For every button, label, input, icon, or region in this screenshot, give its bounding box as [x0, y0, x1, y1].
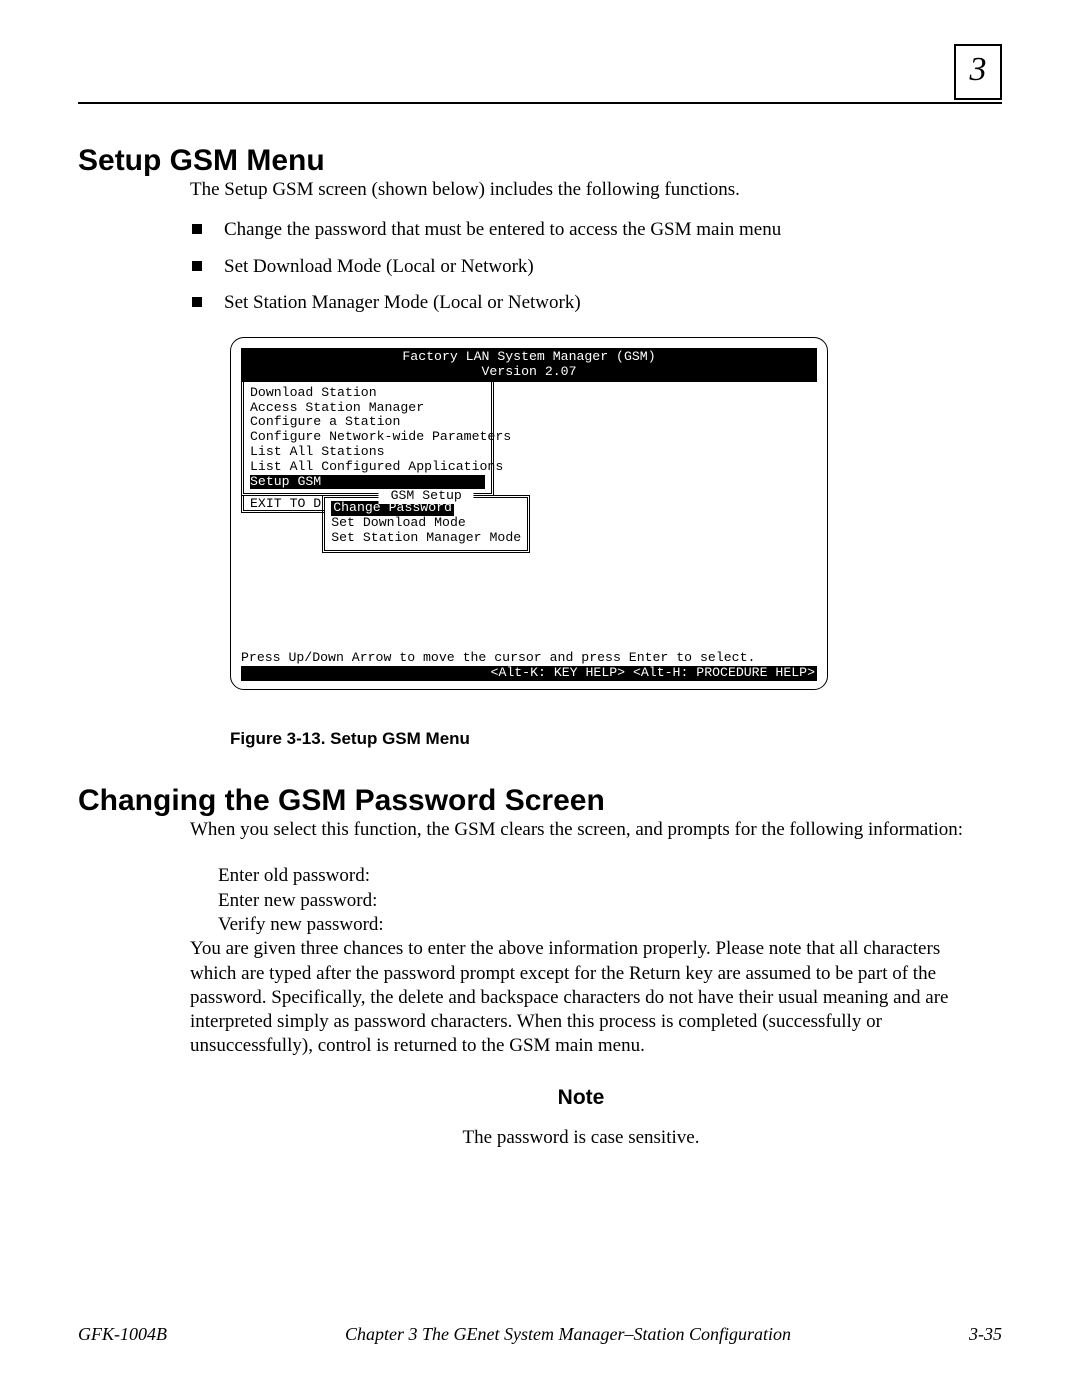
section1-intro: The Setup GSM screen (shown below) inclu… — [190, 178, 972, 202]
section-setup-gsm-menu: Setup GSM Menu The Setup GSM screen (sho… — [78, 144, 1002, 750]
footer-center: Chapter 3 The GEnet System Manager–Stati… — [167, 1324, 969, 1345]
prompt-line: Verify new password: — [218, 913, 972, 937]
heading-setup-gsm-menu: Setup GSM Menu — [78, 144, 1002, 178]
bullet-item: Set Station Manager Mode (Local or Netwo… — [190, 291, 972, 315]
terminal-screenshot: Factory LAN System Manager (GSM)Version … — [230, 337, 828, 690]
submenu-item: Set Station Manager Mode — [331, 531, 521, 546]
section1-body: The Setup GSM screen (shown below) inclu… — [190, 178, 972, 750]
terminal-title-line1: Factory LAN System Manager (GSM) — [402, 349, 655, 364]
menu-item: List All Stations — [250, 445, 485, 460]
prompt-line: Enter new password: — [218, 889, 972, 913]
terminal-gap — [241, 553, 817, 649]
chapter-number-box: 3 — [954, 44, 1002, 100]
section2-intro: When you select this function, the GSM c… — [190, 818, 972, 842]
submenu-title: GSM Setup — [379, 489, 474, 504]
terminal-submenu: GSM Setup Change Password Set Download M… — [322, 495, 530, 552]
menu-item: Access Station Manager — [250, 401, 485, 416]
menu-item: Configure a Station — [250, 415, 485, 430]
terminal-help-line: Press Up/Down Arrow to move the cursor a… — [241, 651, 817, 666]
section1-bullets: Change the password that must be entered… — [190, 218, 972, 315]
menu-item: Configure Network-wide Parameters — [250, 430, 485, 445]
figure-caption: Figure 3-13. Setup GSM Menu — [230, 728, 972, 750]
page: 3 Setup GSM Menu The Setup GSM screen (s… — [0, 0, 1080, 1397]
bullet-item: Change the password that must be entered… — [190, 218, 972, 242]
footer-right: 3-35 — [969, 1324, 1002, 1345]
terminal-title-line2: Version 2.07 — [482, 364, 577, 379]
footer-left: GFK-1004B — [78, 1324, 167, 1345]
terminal-footer: <Alt-K: KEY HELP> <Alt-H: PROCEDURE HELP… — [241, 666, 817, 681]
header-rule — [78, 102, 1002, 104]
section2-body: When you select this function, the GSM c… — [190, 818, 972, 1150]
note-heading: Note — [190, 1085, 972, 1112]
terminal-main-menu: Download Station Access Station Manager … — [241, 382, 494, 496]
menu-item: List All Configured Applications — [250, 460, 485, 475]
password-prompts: Enter old password: Enter new password: … — [218, 864, 972, 937]
bullet-item: Set Download Mode (Local or Network) — [190, 255, 972, 279]
section-changing-password: Changing the GSM Password Screen When yo… — [78, 784, 1002, 1150]
terminal-title: Factory LAN System Manager (GSM)Version … — [241, 348, 817, 382]
terminal-sub-row: EXIT TO D GSM Setup Change Password Set … — [241, 495, 817, 552]
menu-item-selected: Setup GSM — [250, 475, 485, 490]
section2-paragraph: You are given three chances to enter the… — [190, 937, 972, 1059]
terminal-exit-label: EXIT TO D — [241, 495, 325, 513]
submenu-item: Set Download Mode — [331, 516, 521, 531]
note-body: The password is case sensitive. — [190, 1126, 972, 1150]
page-footer: GFK-1004B Chapter 3 The GEnet System Man… — [78, 1324, 1002, 1345]
heading-changing-password: Changing the GSM Password Screen — [78, 784, 1002, 818]
menu-item: Download Station — [250, 386, 485, 401]
prompt-line: Enter old password: — [218, 864, 972, 888]
